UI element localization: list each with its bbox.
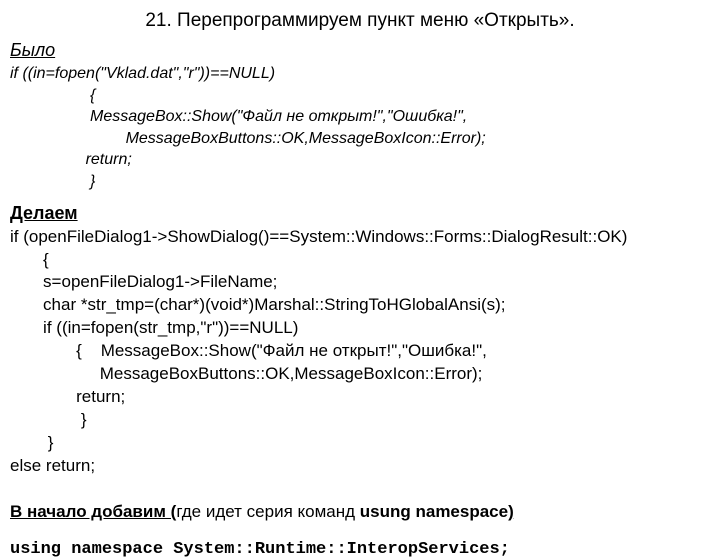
was-heading: Было xyxy=(10,40,710,61)
using-line: using namespace System::Runtime::Interop… xyxy=(10,540,710,559)
add-note-bold: usung namespace xyxy=(360,502,508,521)
do-code: if (openFileDialog1->ShowDialog()==Syste… xyxy=(10,226,710,478)
was-code: if ((in=fopen("Vklad.dat","r"))==NULL) {… xyxy=(10,63,710,193)
add-note-middle: где идет серия команд xyxy=(176,502,359,521)
step-title: 21. Перепрограммируем пункт меню «Открыт… xyxy=(10,10,710,32)
add-note-suffix: ) xyxy=(508,502,514,521)
add-note-prefix: В начало добавим ( xyxy=(10,502,176,521)
add-note: В начало добавим (где идет серия команд … xyxy=(10,502,710,522)
do-heading: Делаем xyxy=(10,203,710,224)
document-page: 21. Перепрограммируем пункт меню «Открыт… xyxy=(0,0,720,559)
